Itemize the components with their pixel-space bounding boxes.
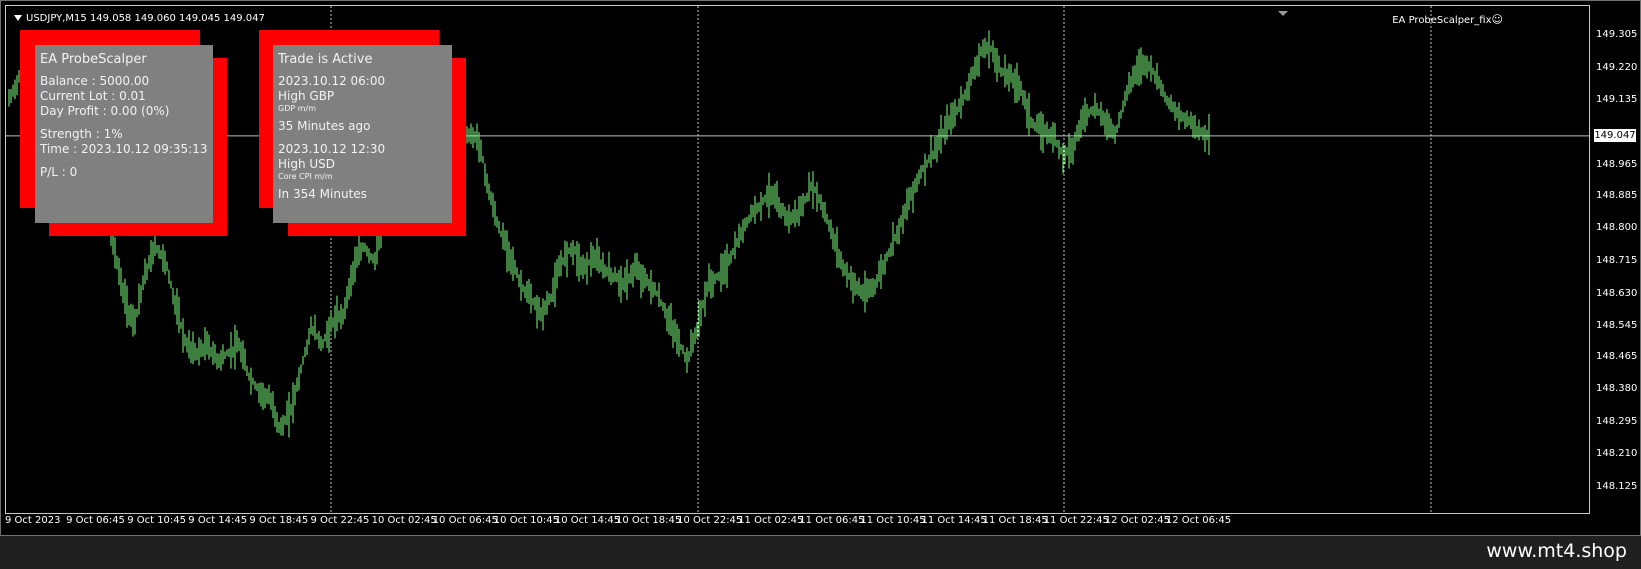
time-tick: 11 Oct 10:45 bbox=[860, 515, 926, 526]
time-tick: 10 Oct 14:45 bbox=[554, 515, 621, 526]
symbol-info: USDJPY,M15 149.058 149.060 149.045 149.0… bbox=[14, 13, 265, 24]
ea-time: Time : 2023.10.12 09:35:13 bbox=[40, 142, 208, 156]
news1-name: GDP m/m bbox=[278, 104, 317, 113]
news2-relative: In 354 Minutes bbox=[278, 187, 367, 201]
time-tick: 11 Oct 22:45 bbox=[1043, 515, 1109, 526]
news-info-panel: Trade is Active 2023.10.12 06:00 High GB… bbox=[273, 45, 452, 223]
trade-status: Trade is Active bbox=[278, 52, 373, 67]
price-tick: 148.630 bbox=[1596, 287, 1638, 299]
price-tick: 148.295 bbox=[1596, 415, 1638, 427]
price-axis[interactable]: 149.305 149.220 149.135 148.965 148.885 148.8… bbox=[1592, 5, 1641, 514]
price-tick: 149.305 bbox=[1596, 29, 1638, 40]
time-tick: 11 Oct 02:45 bbox=[738, 515, 804, 526]
time-tick: 11 Oct 18:45 bbox=[982, 515, 1048, 526]
time-tick: 9 Oct 06:45 bbox=[66, 515, 125, 526]
news1-time: 2023.10.12 06:00 bbox=[278, 74, 386, 88]
ea-tag[interactable]: EA ProbeScalper_fix☺ bbox=[1392, 13, 1503, 26]
price-tick: 148.125 bbox=[1596, 481, 1638, 492]
ea-title: EA ProbeScalper bbox=[40, 52, 147, 67]
time-tick: 9 Oct 10:45 bbox=[127, 515, 187, 526]
price-tick: 148.465 bbox=[1596, 350, 1638, 362]
time-tick: 11 Oct 06:45 bbox=[799, 515, 865, 526]
price-tick: 148.380 bbox=[1596, 383, 1638, 395]
time-tick: 10 Oct 22:45 bbox=[677, 515, 743, 526]
time-tick: 12 Oct 06:45 bbox=[1165, 515, 1232, 526]
ea-current-lot: Current Lot : 0.01 bbox=[40, 89, 146, 103]
time-tick: 9 Oct 22:45 bbox=[310, 515, 370, 526]
time-tick: 10 Oct 02:45 bbox=[371, 515, 437, 526]
time-tick: 10 Oct 18:45 bbox=[616, 515, 682, 526]
time-tick: 9 Oct 14:45 bbox=[188, 515, 248, 526]
time-axis[interactable]: 9 Oct 2023 9 Oct 06:45 9 Oct 10:45 9 Oct 14… bbox=[5, 514, 1590, 530]
time-tick: 12 Oct 02:45 bbox=[1104, 515, 1170, 526]
news2-name: Core CPI m/m bbox=[278, 172, 333, 181]
ea-pl: P/L : 0 bbox=[40, 165, 78, 179]
time-tick: 9 Oct 18:45 bbox=[249, 515, 309, 526]
shift-marker-icon[interactable] bbox=[1278, 11, 1288, 16]
ea-strength: Strength : 1% bbox=[40, 127, 123, 141]
ea-day-profit: Day Profit : 0.00 (0%) bbox=[40, 104, 170, 118]
time-tick: 10 Oct 06:45 bbox=[432, 515, 498, 526]
price-tick: 148.715 bbox=[1596, 255, 1638, 266]
price-tick: 148.965 bbox=[1596, 159, 1638, 171]
price-chart bbox=[6, 6, 1589, 513]
price-tick: 149.220 bbox=[1596, 61, 1638, 73]
current-price-label: 149.047 bbox=[1594, 128, 1636, 142]
price-tick: 149.135 bbox=[1596, 94, 1638, 106]
price-tick: 148.800 bbox=[1596, 222, 1638, 234]
news2-time: 2023.10.12 12:30 bbox=[278, 142, 386, 156]
chart-area[interactable]: USDJPY,M15 149.058 149.060 149.045 149.0… bbox=[5, 5, 1590, 514]
smiley-icon: ☺ bbox=[1491, 13, 1503, 26]
time-tick: 11 Oct 14:45 bbox=[921, 515, 987, 526]
time-tick: 10 Oct 10:45 bbox=[493, 515, 559, 526]
ea-info-panel: EA ProbeScalper Balance : 5000.00 Curren… bbox=[35, 45, 213, 223]
news1-impact: High GBP bbox=[278, 89, 335, 103]
brand-watermark: www.mt4.shop bbox=[1486, 540, 1627, 562]
price-tick: 148.210 bbox=[1596, 448, 1638, 460]
news1-relative: 35 Minutes ago bbox=[278, 119, 371, 133]
footer-bar: www.mt4.shop bbox=[0, 536, 1641, 569]
price-tick: 148.545 bbox=[1596, 320, 1638, 332]
price-tick: 148.885 bbox=[1596, 189, 1638, 201]
time-tick: 9 Oct 2023 bbox=[5, 515, 61, 526]
news2-impact: High USD bbox=[278, 157, 336, 171]
collapse-triangle-icon[interactable] bbox=[14, 15, 22, 21]
ea-balance: Balance : 5000.00 bbox=[40, 74, 150, 88]
